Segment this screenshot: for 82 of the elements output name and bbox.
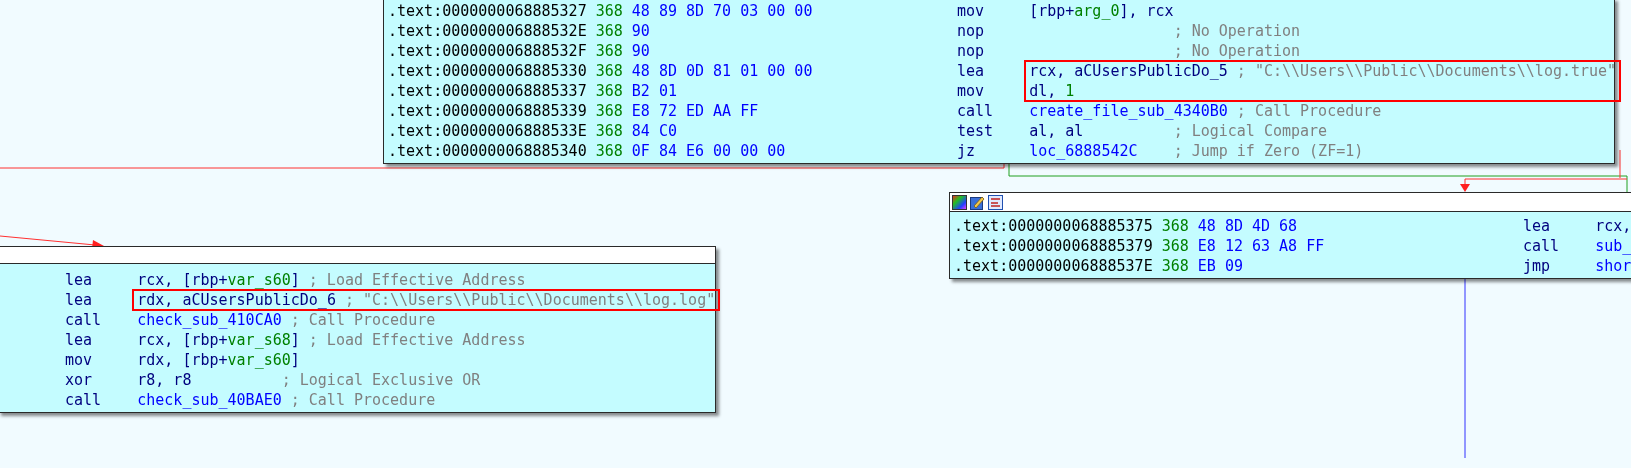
- operand: shor: [1595, 257, 1631, 275]
- comment: ; "C:\\Users\\Public\\Documents\\log.true": [1236, 61, 1617, 81]
- mnemonic: mov: [956, 82, 984, 100]
- mnemonic: call: [65, 311, 102, 329]
- address-text: .text:0000000068885375: [954, 217, 1153, 235]
- mnemonic: lea: [65, 331, 93, 349]
- address-text: .text:0000000068885339: [388, 102, 587, 120]
- mnemonic: mov: [956, 2, 984, 20]
- stack-value: 368: [595, 122, 623, 140]
- stack-value: 368: [595, 2, 623, 20]
- mnemonic: call: [956, 102, 994, 120]
- address-text: .text:0000000068885337: [388, 82, 587, 100]
- mnemonic: lea: [65, 291, 93, 309]
- operand: rcx,: [1595, 217, 1631, 235]
- graph-icon[interactable]: [988, 194, 1003, 210]
- opcode-bytes: B2 01: [631, 82, 677, 100]
- comment: ; No Operation: [1173, 41, 1301, 61]
- operand: sub_: [1595, 237, 1631, 255]
- operand: check_sub_40BAE0: [137, 391, 282, 409]
- mnemonic: test: [956, 122, 994, 140]
- comment: ; Load Effective Address: [308, 330, 526, 350]
- mnemonic: lea: [1522, 217, 1550, 235]
- operand: [rbp+arg_0], rcx: [1029, 2, 1174, 20]
- mnemonic: call: [1522, 237, 1560, 255]
- opcode-bytes: EB 09: [1197, 257, 1243, 275]
- mnemonic: mov: [65, 351, 93, 369]
- comment: ; Logical Exclusive OR: [281, 370, 481, 390]
- mnemonic: xor: [65, 371, 93, 389]
- stack-value: 368: [595, 102, 623, 120]
- stack-value: 368: [595, 42, 623, 60]
- operand: rcx, [rbp+var_s60]: [137, 271, 300, 289]
- stack-value: 368: [595, 82, 623, 100]
- comment: ; Call Procedure: [290, 310, 436, 330]
- opcode-bytes: 48 8D 0D 81 01 00 00: [631, 62, 813, 80]
- opcode-bytes: 48 8D 4D 68: [1197, 217, 1298, 235]
- comment: ; Call Procedure: [1236, 101, 1382, 121]
- opcode-bytes: 84 C0: [631, 122, 677, 140]
- mnemonic: call: [65, 391, 102, 409]
- comment: ; Load Effective Address: [308, 270, 526, 290]
- address-text: .text:0000000068885330: [388, 62, 587, 80]
- operand: rdx, aCUsersPublicDo_6: [137, 291, 336, 309]
- comment: ; Logical Compare: [1173, 121, 1328, 141]
- opcode-bytes: E8 12 63 A8 FF: [1197, 237, 1325, 255]
- address-text: .text:000000006888532F: [388, 42, 587, 60]
- stack-value: 368: [595, 142, 623, 160]
- color-palette-icon[interactable]: [952, 194, 967, 210]
- operand: rcx, [rbp+var_s68]: [137, 331, 300, 349]
- opcode-bytes: 0F 84 E6 00 00 00: [631, 142, 786, 160]
- mnemonic: nop: [956, 22, 984, 40]
- operand: rcx, aCUsersPublicDo_5: [1029, 62, 1228, 80]
- operand: loc_6888542C: [1029, 142, 1138, 160]
- address-text: .text:0000000068885340: [388, 142, 587, 160]
- mnemonic: jmp: [1522, 257, 1550, 275]
- stack-value: 368: [1161, 237, 1189, 255]
- operand: check_sub_410CA0: [137, 311, 282, 329]
- stack-value: 368: [595, 62, 623, 80]
- stack-value: 368: [1161, 257, 1189, 275]
- comment: ; No Operation: [1173, 21, 1301, 41]
- opcode-bytes: E8 72 ED AA FF: [631, 102, 759, 120]
- comment: ; Call Procedure: [290, 390, 436, 410]
- operand: create_file_sub_4340B0: [1029, 102, 1228, 120]
- operand: dl, 1: [1029, 82, 1075, 100]
- comment: ; Jump if Zero (ZF=1): [1173, 141, 1364, 161]
- address-text: .text:0000000068885379: [954, 237, 1153, 255]
- opcode-bytes: 90: [631, 22, 650, 40]
- address-text: .text:000000006888537E: [954, 257, 1153, 275]
- opcode-bytes: 90: [631, 42, 650, 60]
- comment: ; "C:\\Users\\Public\\Documents\\log.log": [344, 290, 716, 310]
- pencil-icon[interactable]: [970, 194, 985, 210]
- mnemonic: lea: [956, 62, 984, 80]
- mnemonic: lea: [65, 271, 93, 289]
- stack-value: 368: [1161, 217, 1189, 235]
- operand: r8, r8: [137, 371, 192, 389]
- opcode-bytes: 48 89 8D 70 03 00 00: [631, 2, 813, 20]
- address-text: .text:000000006888533E: [388, 122, 587, 140]
- address-text: .text:000000006888532E: [388, 22, 587, 40]
- mnemonic: jz: [956, 142, 975, 160]
- stack-value: 368: [595, 22, 623, 40]
- mnemonic: nop: [956, 42, 984, 60]
- address-text: .text:0000000068885327: [388, 2, 587, 20]
- operand: al, al: [1029, 122, 1084, 140]
- operand: rdx, [rbp+var_s60]: [137, 351, 300, 369]
